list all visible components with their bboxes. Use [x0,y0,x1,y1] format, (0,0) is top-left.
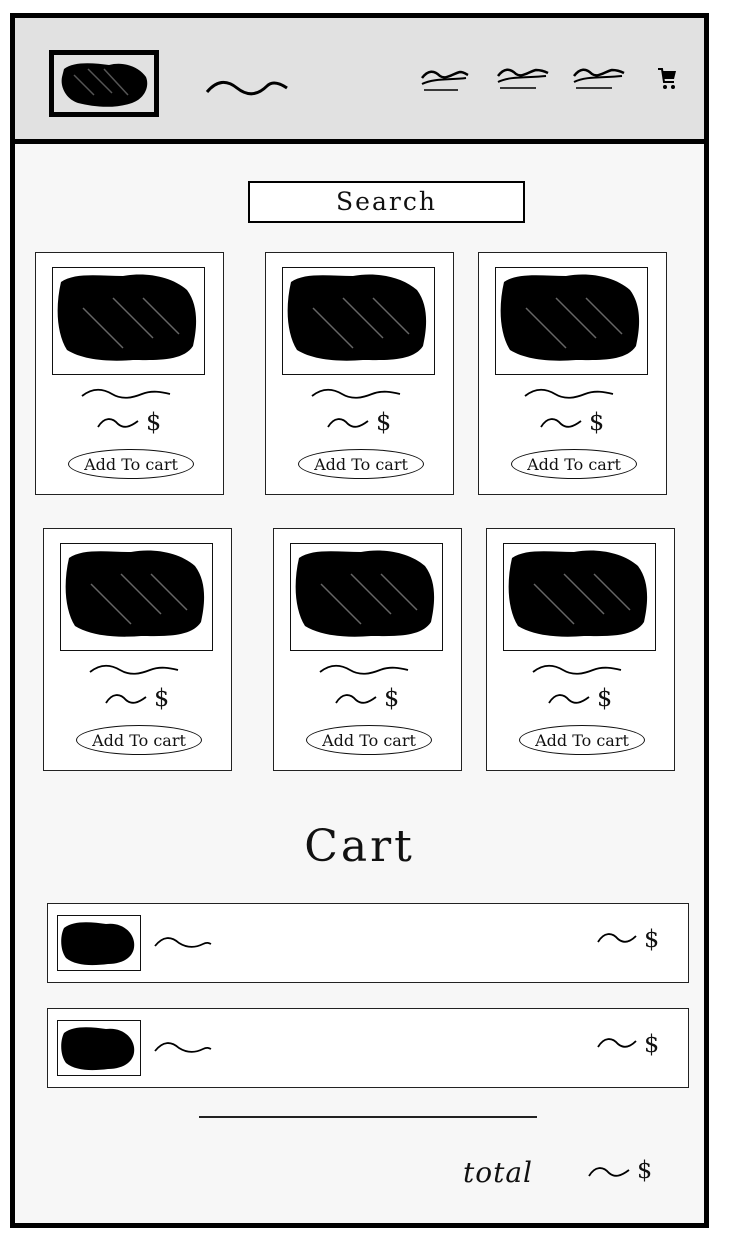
product-name-scribble [532,664,622,675]
product-image[interactable] [52,267,205,375]
product-card[interactable]: $ Add To cart [273,528,462,771]
product-image-scribble [57,274,197,361]
product-image-scribble [65,550,205,637]
add-to-cart-button[interactable]: Add To cart [76,725,202,755]
product-image[interactable] [282,267,435,375]
add-to-cart-button[interactable]: Add To cart [68,449,194,479]
nav-item-1-scribble [421,70,469,91]
product-currency: $ [154,684,170,712]
search-input[interactable]: Search [248,181,525,223]
cart-total-currency: $ [637,1156,653,1184]
cart-total-amount-scribble [588,1167,630,1177]
cart-item-price-scribble [597,933,637,943]
product-currency: $ [146,408,162,436]
cart-item-image-scribble [61,922,135,966]
cart-item-thumbnail [57,915,141,971]
nav-item-2[interactable] [496,64,550,94]
product-image[interactable] [503,543,656,651]
product-card[interactable]: $ Add To cart [43,528,232,771]
add-to-cart-button[interactable]: Add To cart [298,449,424,479]
cart-item-row[interactable]: $ [47,903,689,983]
product-price-scribble [548,694,590,704]
product-name-scribble [319,664,409,675]
product-image[interactable] [290,543,443,651]
header [15,18,704,144]
logo[interactable] [49,50,159,117]
cart-item-name-scribble [154,937,212,948]
logo-scribble [61,63,148,107]
cart-item-name-scribble [154,1042,212,1053]
cart-item-price-scribble [597,1038,637,1048]
add-to-cart-button[interactable]: Add To cart [511,449,637,479]
product-image-scribble [508,550,648,637]
product-image[interactable] [495,267,648,375]
product-image-scribble [295,550,435,637]
nav-item-1[interactable] [420,66,470,96]
product-currency: $ [384,684,400,712]
add-to-cart-button[interactable]: Add To cart [519,725,645,755]
shopping-cart-icon[interactable] [657,66,677,92]
cart-total-label: total [463,1156,534,1189]
product-currency: $ [376,408,392,436]
page-frame: Search $ Add To cart $ Add To cart $ Add To c… [10,13,709,1228]
cart-item-currency: $ [644,1030,660,1058]
cart-item-row[interactable]: $ [47,1008,689,1088]
product-currency: $ [589,408,605,436]
product-image[interactable] [60,543,213,651]
product-card[interactable]: $ Add To cart [478,252,667,495]
product-currency: $ [597,684,613,712]
product-name-scribble [524,388,614,399]
nav-item-3[interactable] [572,64,626,94]
product-name-scribble [89,664,179,675]
nav-item-2-scribble [497,68,549,89]
product-name-scribble [81,388,171,399]
nav-item-3-scribble [573,68,625,89]
product-price-scribble [540,418,582,428]
cart-item-image-scribble [61,1027,135,1071]
product-price-scribble [335,694,377,704]
product-price-scribble [327,418,369,428]
product-card[interactable]: $ Add To cart [35,252,224,495]
cart-divider [199,1116,537,1118]
product-price-scribble [105,694,147,704]
add-to-cart-button[interactable]: Add To cart [306,725,432,755]
cart-item-thumbnail [57,1020,141,1076]
product-name-scribble [311,388,401,399]
product-image-scribble [287,274,427,361]
product-price-scribble [97,418,139,428]
cart-title: Cart [304,821,415,872]
product-image-scribble [500,274,640,361]
cart-item-currency: $ [644,925,660,953]
site-name-scribble [205,81,288,96]
product-card[interactable]: $ Add To cart [265,252,454,495]
product-card[interactable]: $ Add To cart [486,528,675,771]
